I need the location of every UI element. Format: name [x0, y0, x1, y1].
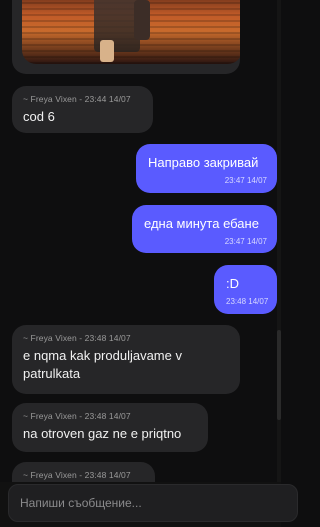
message-text: cod 6 [23, 109, 55, 124]
outgoing-message: :D 23:48 14/07 [214, 265, 277, 314]
chat-scrollbar[interactable] [277, 0, 281, 482]
message-time: 23:47 14/07 [224, 237, 267, 246]
message-time: 23:48 14/07 [226, 297, 269, 306]
message-sender-time: ~ Freya Vixen - 23:48 14/07 [23, 470, 131, 480]
message-composer [0, 482, 298, 527]
photo-figure [100, 40, 114, 62]
incoming-message: ~ Freya Vixen - 23:48 14/07 e nqma kak p… [12, 325, 240, 394]
chat-messages[interactable]: ~ Freya Vixen - 23:44 14/07 cod 6 Направ… [0, 0, 281, 482]
message-text: e nqma kak produljavame v patrulkata [23, 348, 182, 381]
message-text: една минута ебане [144, 216, 259, 231]
incoming-message: ~ Freya Vixen - 23:44 14/07 cod 6 [12, 86, 153, 133]
message-time: 23:47 14/07 [224, 176, 267, 185]
shared-photo[interactable] [22, 0, 240, 64]
message-text: Направо закривай [148, 155, 259, 170]
message-text: na otroven gaz ne e priqtno [23, 426, 182, 441]
image-message-bubble [12, 0, 240, 74]
message-text: :D [226, 276, 239, 291]
incoming-message: ~ Freya Vixen - 23:48 14/07 [12, 462, 155, 482]
message-sender-time: ~ Freya Vixen - 23:48 14/07 [23, 333, 131, 343]
message-sender-time: ~ Freya Vixen - 23:48 14/07 [23, 411, 131, 421]
scrollbar-thumb[interactable] [277, 330, 281, 420]
incoming-message: ~ Freya Vixen - 23:48 14/07 na otroven g… [12, 403, 208, 452]
message-input[interactable] [8, 484, 298, 522]
outgoing-message: Направо закривай 23:47 14/07 [136, 144, 277, 193]
message-sender-time: ~ Freya Vixen - 23:44 14/07 [23, 94, 131, 104]
photo-figure [134, 0, 150, 40]
outgoing-message: една минута ебане 23:47 14/07 [132, 205, 277, 253]
